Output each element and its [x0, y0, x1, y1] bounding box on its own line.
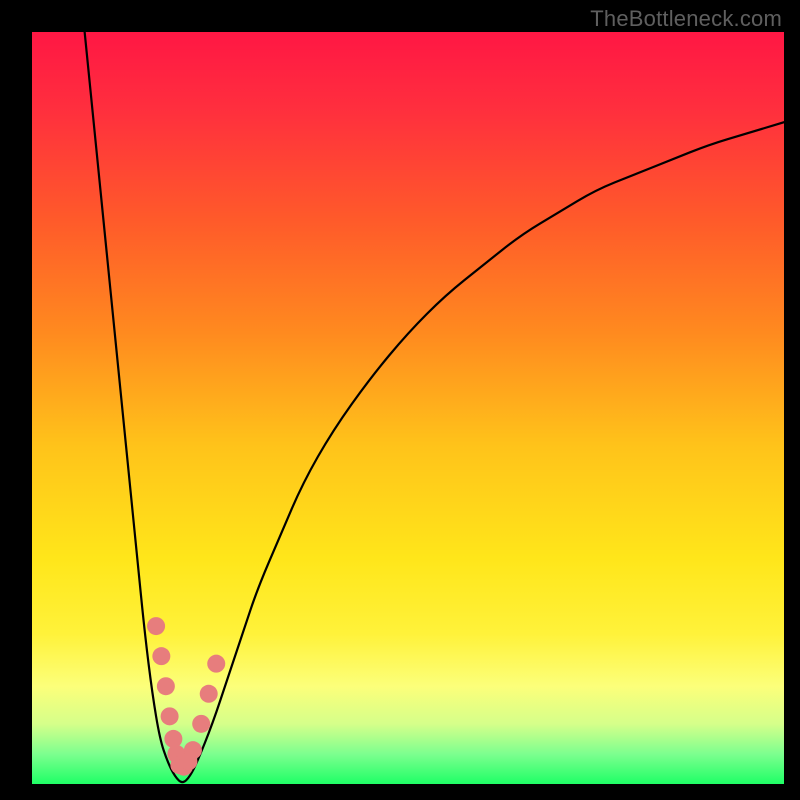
- marker-dot: [164, 730, 182, 748]
- plot-area: [32, 32, 784, 784]
- chart-frame: TheBottleneck.com: [0, 0, 800, 800]
- marker-dot: [200, 685, 218, 703]
- marker-dot: [161, 707, 179, 725]
- marker-dot: [157, 677, 175, 695]
- marker-dot: [207, 655, 225, 673]
- marker-dot: [147, 617, 165, 635]
- bottleneck-markers: [32, 32, 784, 784]
- watermark-text: TheBottleneck.com: [590, 6, 782, 32]
- marker-dot: [184, 741, 202, 759]
- marker-dot: [192, 715, 210, 733]
- marker-dot: [152, 647, 170, 665]
